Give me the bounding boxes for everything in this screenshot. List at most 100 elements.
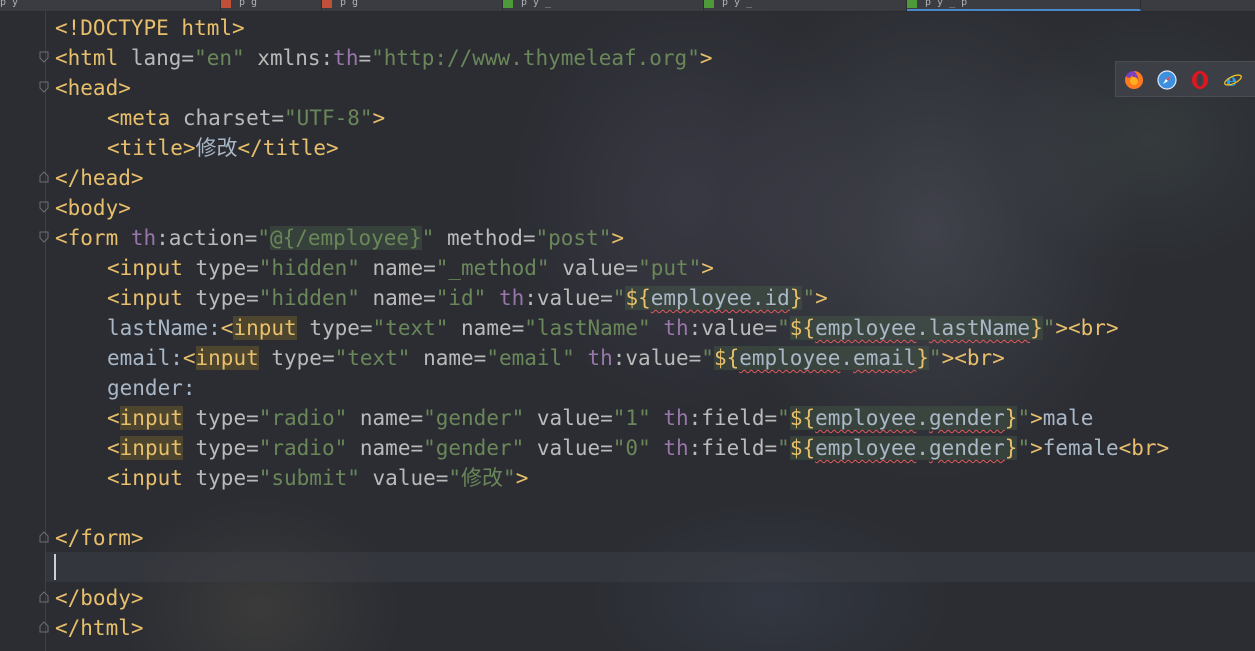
expr-close: } — [789, 286, 803, 310]
namespace: th — [574, 346, 613, 370]
fold-marker-icon[interactable] — [38, 230, 50, 244]
string: " — [701, 346, 714, 370]
attr: :field= — [688, 406, 778, 430]
tab-label: p g — [239, 0, 258, 8]
attr: = — [358, 46, 372, 70]
editor-tab-active[interactable]: p y _ p — [907, 0, 1141, 11]
string: " — [1017, 406, 1031, 430]
string: "_method" — [435, 256, 550, 280]
code-line-18: </form> — [55, 523, 144, 553]
string: "put" — [638, 256, 702, 280]
editor-tab-bar: p y p g p g p y _ p y _ p y _ p — [0, 0, 1255, 12]
fold-marker-icon[interactable] — [38, 620, 50, 634]
fold-marker-icon[interactable] — [38, 170, 50, 184]
editor-tab-5[interactable]: p y _ — [704, 0, 907, 11]
expr-open: ${ — [789, 436, 816, 460]
label-text: email: — [107, 346, 183, 370]
attr: value= — [549, 256, 639, 280]
code-line-1: <!DOCTYPE html> — [55, 13, 245, 43]
string: " — [802, 286, 816, 310]
attr: value= — [524, 436, 613, 460]
string: "http://www.thymeleaf.org" — [371, 46, 700, 70]
code-line-20: </body> — [55, 583, 144, 613]
string: "submit" — [258, 466, 360, 490]
attr: type= — [195, 466, 259, 490]
attr: charset= — [182, 106, 285, 130]
string: "lastName" — [524, 316, 651, 340]
expression: employee — [815, 406, 917, 430]
editor-tab-4[interactable]: p y _ — [503, 0, 704, 11]
label-text: lastName: — [107, 316, 221, 340]
string: "hidden" — [258, 286, 360, 310]
string: " — [777, 436, 790, 460]
expression: employee — [815, 316, 917, 340]
namespace: th — [650, 406, 689, 430]
string: "email" — [486, 346, 575, 370]
tab-label: p y — [0, 0, 19, 8]
html-file-icon — [503, 0, 513, 8]
string: "1" — [612, 406, 651, 430]
tag-close: > — [1030, 436, 1043, 460]
safari-icon[interactable] — [1157, 70, 1177, 90]
code-line-12: email:<input type="text" name="email" th… — [107, 343, 1005, 373]
tag-open: <title> — [107, 136, 196, 160]
tag-close: > — [699, 46, 713, 70]
attr: name= — [448, 316, 525, 340]
ie-icon[interactable]: e — [1223, 70, 1243, 91]
browser-preview-toolbar: e — [1115, 61, 1255, 97]
radio-label: female — [1042, 436, 1119, 460]
firefox-icon[interactable] — [1124, 70, 1144, 90]
text-caret — [54, 554, 56, 580]
tag-close: > — [372, 106, 386, 130]
string: "en" — [194, 46, 245, 70]
expr-close: } — [1030, 316, 1043, 340]
string: "gender" — [423, 436, 525, 460]
code-line-8: <form th:action="@{/employee}" method="p… — [55, 223, 624, 253]
code-line-6: </head> — [55, 163, 144, 193]
code-line-16: <input type="submit" value="修改"> — [107, 463, 528, 493]
tab-label: p y _ — [722, 0, 753, 8]
code-line-3: <head> — [55, 73, 131, 103]
string: " — [257, 226, 270, 250]
code-line-14: <input type="radio" name="gender" value=… — [107, 403, 1093, 433]
tag-close: > — [701, 256, 714, 280]
tag: </html> — [55, 616, 144, 640]
code-line-5: <title>修改</title> — [107, 133, 339, 163]
fold-marker-icon[interactable] — [38, 530, 50, 544]
opera-icon[interactable] — [1190, 70, 1210, 90]
tag-open: < — [107, 406, 120, 430]
attr: name= — [359, 286, 436, 310]
expression-dot: . — [916, 436, 929, 460]
attr: :action= — [156, 226, 258, 250]
string: "修改" — [448, 466, 516, 490]
string: " — [928, 346, 942, 370]
fold-marker-icon[interactable] — [38, 50, 50, 64]
expr-open: ${ — [625, 286, 651, 310]
string: " — [777, 316, 790, 340]
label-text: gender: — [107, 376, 196, 400]
tag-name: input — [119, 406, 183, 430]
editor-tab-1[interactable]: p y — [0, 0, 221, 11]
fold-marker-icon[interactable] — [38, 590, 50, 604]
editor-tab-2[interactable]: p g — [221, 0, 322, 11]
code-line-10: <input type="hidden" name="id" th:value=… — [107, 283, 828, 313]
tag-close: </title> — [237, 136, 339, 160]
tag-close: > — [611, 226, 625, 250]
string: "id" — [435, 286, 487, 310]
fold-marker-icon[interactable] — [38, 80, 50, 94]
attr: name= — [410, 346, 487, 370]
tag-open: <meta — [107, 106, 183, 130]
html-file-icon — [907, 0, 917, 8]
fold-marker-icon[interactable] — [38, 200, 50, 214]
tag-close: > — [515, 466, 529, 490]
editor-tab-3[interactable]: p g — [322, 0, 503, 11]
tag-open: < — [220, 316, 234, 340]
expression-prop: gender — [928, 406, 1005, 430]
current-line-highlight — [46, 552, 1255, 582]
namespace: th — [333, 46, 359, 70]
tag-close: ><br> — [941, 346, 1005, 370]
tag-open: <html — [55, 46, 131, 70]
string: "UTF-8" — [284, 106, 373, 130]
attr: name= — [347, 436, 424, 460]
attr: :value= — [612, 346, 702, 370]
